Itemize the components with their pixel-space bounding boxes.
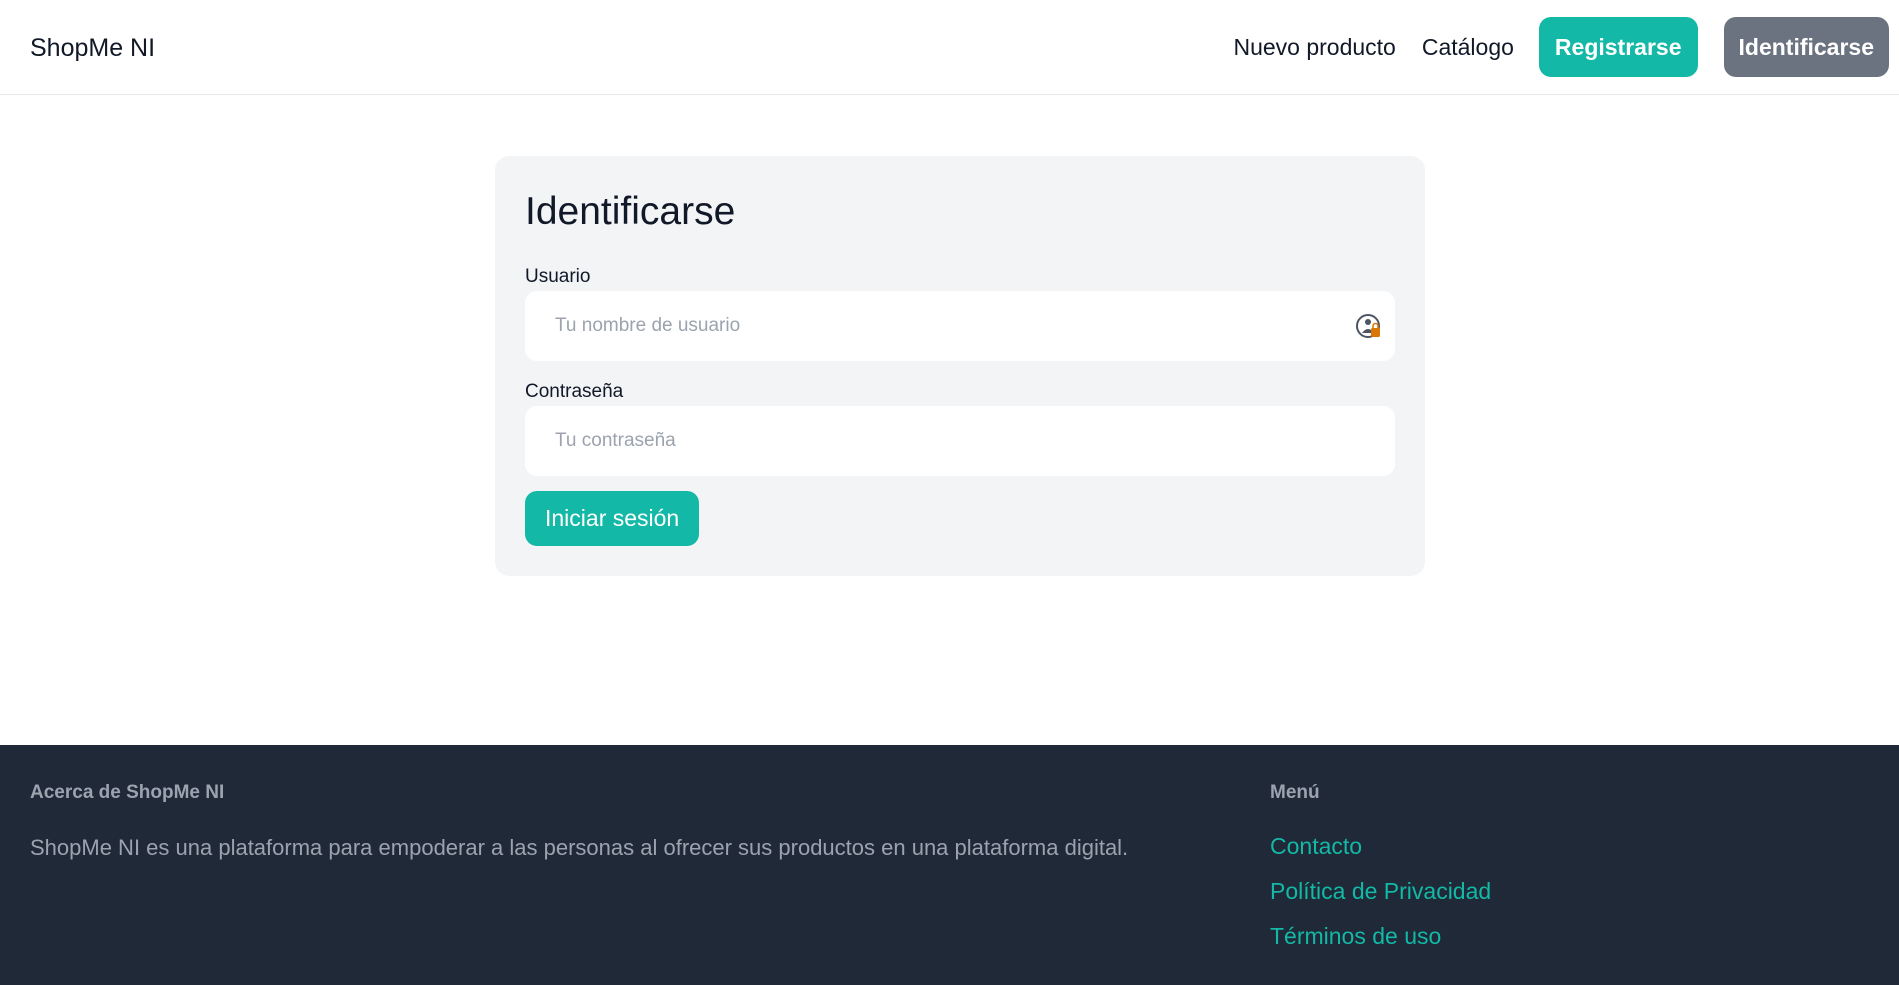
sign-in-button[interactable]: Iniciar sesión (525, 491, 700, 546)
password-field-wrapper (525, 406, 1395, 476)
footer-about-text: ShopMe NI es una plataforma para empoder… (30, 835, 1129, 860)
page: ShopMe NI Nuevo producto Catálogo Regist… (0, 0, 1899, 985)
top-navbar: ShopMe NI Nuevo producto Catálogo Regist… (0, 0, 1899, 95)
footer: Acerca de ShopMe NI ShopMe NI es una pla… (0, 745, 1899, 985)
register-button[interactable]: Registrarse (1538, 17, 1698, 77)
login-nav-button[interactable]: Identificarse (1723, 17, 1889, 77)
footer-menu-item: Política de Privacidad (1270, 878, 1491, 923)
footer-link-contact[interactable]: Contacto (1270, 833, 1362, 859)
username-label: Usuario (525, 266, 591, 287)
login-card: Identificarse Usuario Contraseña Iniciar… (495, 156, 1425, 576)
footer-about-heading: Acerca de ShopMe NI (30, 782, 225, 803)
main-nav: Nuevo producto Catálogo Registrarse Iden… (1233, 17, 1889, 77)
footer-link-privacy-policy[interactable]: Política de Privacidad (1270, 878, 1491, 904)
nav-link-catalog[interactable]: Catálogo (1422, 34, 1514, 61)
username-field-wrapper (525, 291, 1395, 361)
footer-menu-item: Contacto (1270, 833, 1491, 878)
footer-menu-item: Términos de uso (1270, 923, 1491, 968)
footer-menu-list: Contacto Política de Privacidad Términos… (1270, 833, 1491, 968)
footer-menu-heading: Menú (1270, 782, 1320, 803)
login-title: Identificarse (525, 190, 736, 233)
footer-link-terms-of-use[interactable]: Términos de uso (1270, 923, 1441, 949)
username-input[interactable] (525, 291, 1395, 361)
password-manager-icon[interactable] (1355, 313, 1383, 341)
password-input[interactable] (525, 406, 1395, 476)
nav-link-new-product[interactable]: Nuevo producto (1233, 34, 1395, 61)
brand-logo-text[interactable]: ShopMe NI (30, 34, 155, 63)
password-label: Contraseña (525, 381, 624, 402)
